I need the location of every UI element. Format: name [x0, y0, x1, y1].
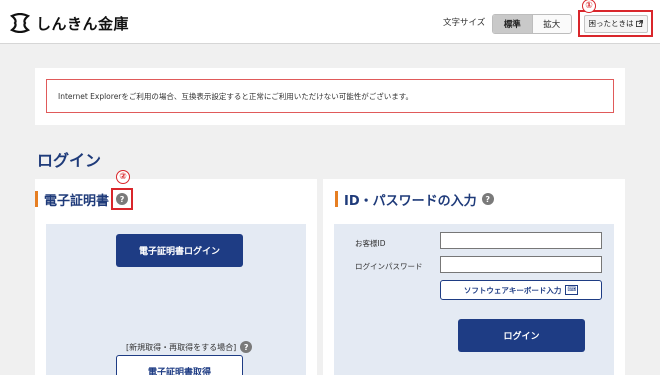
help-button[interactable]: 困ったときは	[583, 14, 648, 33]
logo-text: しんきん金庫	[36, 14, 130, 33]
reacquire-text: [新規取得・再取得をする場合]	[126, 342, 237, 352]
certificate-acquire-button[interactable]: 電子証明書取得	[116, 355, 243, 375]
certificate-panel: 電子証明書 ? 電子証明書ログイン [新規取得・再取得をする場合] ? 電子証明…	[35, 179, 317, 375]
ie-compat-notice: Internet Explorerをご利用の場合、互換表示設定すると正常にご利用…	[46, 79, 614, 113]
question-icon[interactable]: ?	[240, 341, 253, 353]
certificate-help-highlight: ?	[111, 188, 134, 210]
help-button-label: 困ったときは	[588, 19, 634, 28]
software-keyboard-label: ソフトウェアキーボード入力	[463, 285, 562, 295]
section-accent-bar	[35, 191, 38, 207]
font-size-standard-button[interactable]: 標準	[493, 15, 532, 33]
certificate-section-header: 電子証明書 ?	[35, 188, 134, 210]
reacquire-note: [新規取得・再取得をする場合] ?	[126, 341, 253, 353]
id-section-title: ID・パスワードの入力	[344, 193, 477, 209]
external-link-icon	[635, 20, 643, 27]
font-size-toggle: 標準 拡大	[492, 14, 572, 34]
help-highlight: 困ったときは	[578, 10, 653, 37]
question-icon[interactable]: ?	[481, 193, 494, 205]
id-password-panel: ID・パスワードの入力 ? お客様ID ログインパスワード ソフトウェアキーボー…	[323, 179, 625, 375]
login-button[interactable]: ログイン	[458, 319, 585, 352]
certificate-login-button[interactable]: 電子証明書ログイン	[116, 234, 243, 267]
logo[interactable]: しんきん金庫	[9, 12, 129, 34]
page-title: ログイン	[37, 151, 102, 170]
password-input[interactable]	[440, 256, 602, 273]
id-password-area: お客様ID ログインパスワード ソフトウェアキーボード入力 ⌨ ログイン	[334, 224, 614, 375]
notice-container: Internet Explorerをご利用の場合、互換表示設定すると正常にご利用…	[35, 68, 625, 125]
header: しんきん金庫 文字サイズ 標準 拡大 困ったときは	[0, 0, 660, 44]
font-size-label: 文字サイズ	[443, 18, 486, 28]
annotation-marker-2: ②	[116, 170, 130, 184]
shinkin-logo-icon	[9, 13, 31, 33]
certificate-section-title: 電子証明書	[44, 193, 110, 209]
section-accent-bar	[335, 191, 338, 207]
password-label: ログインパスワード	[355, 262, 423, 271]
keyboard-icon: ⌨	[565, 285, 579, 295]
question-icon[interactable]: ?	[116, 193, 129, 205]
id-section-header: ID・パスワードの入力 ?	[335, 190, 494, 209]
font-size-large-button[interactable]: 拡大	[531, 15, 572, 33]
customer-id-input[interactable]	[440, 232, 602, 249]
certificate-area: 電子証明書ログイン [新規取得・再取得をする場合] ? 電子証明書取得	[46, 224, 306, 375]
customer-id-label: お客様ID	[355, 239, 386, 248]
software-keyboard-button[interactable]: ソフトウェアキーボード入力 ⌨	[440, 280, 602, 300]
